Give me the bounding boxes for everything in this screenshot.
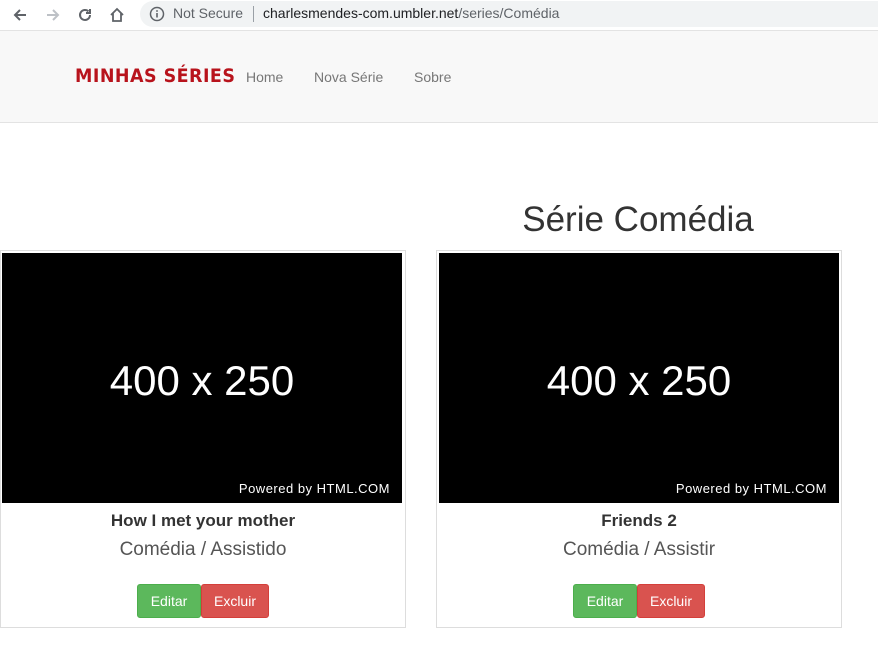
- delete-button[interactable]: Excluir: [637, 584, 705, 618]
- edit-button[interactable]: Editar: [573, 584, 637, 618]
- series-card: 400 x 250 Powered by HTML.COM How I met …: [0, 250, 406, 628]
- series-name: Friends 2: [601, 511, 677, 530]
- address-divider: [253, 6, 254, 22]
- address-bar[interactable]: Not Secure charlesmendes-com.umbler.net/…: [140, 1, 878, 27]
- thumbnail-placeholder-text: 400 x 250: [109, 357, 295, 404]
- series-card: 400 x 250 Powered by HTML.COM Friends 2 …: [436, 250, 842, 628]
- nav-link-home[interactable]: Home: [246, 69, 283, 85]
- url-text[interactable]: charlesmendes-com.umbler.net/series/Comé…: [263, 5, 559, 21]
- edit-button[interactable]: Editar: [137, 584, 201, 618]
- nav-link-sobre[interactable]: Sobre: [414, 69, 451, 85]
- thumbnail-placeholder-text: 400 x 250: [546, 357, 732, 404]
- series-thumbnail: 400 x 250 Powered by HTML.COM: [439, 253, 839, 503]
- url-path: /series/Comédia: [458, 5, 560, 21]
- back-arrow-icon[interactable]: [9, 4, 31, 26]
- series-name: How I met your mother: [110, 511, 296, 530]
- delete-button[interactable]: Excluir: [201, 584, 269, 618]
- series-genre-status: Comédia / Assistir: [562, 539, 716, 560]
- thumbnail-credit: Powered by HTML.COM: [238, 481, 390, 496]
- info-icon[interactable]: [149, 6, 165, 22]
- reload-icon[interactable]: [74, 4, 96, 26]
- home-icon[interactable]: [106, 4, 128, 26]
- brand-logo[interactable]: MINHAS SÉRIES: [75, 65, 235, 87]
- browser-toolbar: Not Secure charlesmendes-com.umbler.net/…: [0, 0, 878, 30]
- forward-arrow-icon[interactable]: [42, 4, 64, 26]
- url-host: charlesmendes-com.umbler.net: [263, 5, 459, 21]
- thumbnail-credit: Powered by HTML.COM: [675, 481, 827, 496]
- security-status: Not Secure: [173, 5, 244, 21]
- nav-link-nova-serie[interactable]: Nova Série: [314, 69, 383, 85]
- series-genre-status: Comédia / Assistido: [119, 539, 287, 560]
- page-title: Série Comédia: [522, 200, 754, 239]
- site-navbar: MINHAS SÉRIES Home Nova Série Sobre: [0, 30, 878, 123]
- series-thumbnail: 400 x 250 Powered by HTML.COM: [2, 253, 402, 503]
